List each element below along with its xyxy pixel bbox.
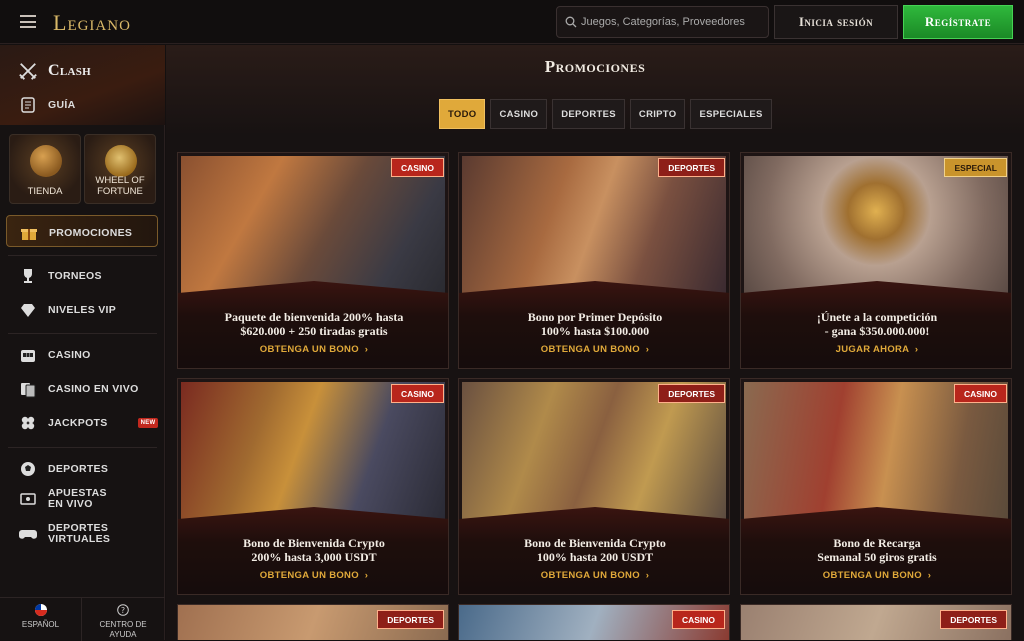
gamepad-icon	[18, 524, 38, 544]
page-title: Promociones	[544, 57, 646, 76]
top-header: Legiano Inicia sesión Regístrate	[0, 0, 1024, 44]
promo-filters: TODO CASINO DEPORTES CRIPTO ESPECIALES	[439, 99, 772, 129]
promo-title: Paquete de bienvenida 200% hasta $620.000…	[224, 310, 404, 338]
play-now-link[interactable]: JUGAR AHORA ›	[741, 344, 1011, 355]
cards-icon	[18, 379, 38, 399]
sidebar-item-tournaments[interactable]: TORNEOS	[18, 266, 102, 286]
sidebar-item-vip[interactable]: NIVELES VIP	[18, 300, 116, 320]
sidebar-item-label: JACKPOTS	[48, 417, 108, 429]
sidebar-item-guide[interactable]: GUÍA	[18, 95, 75, 115]
live-icon	[18, 489, 38, 509]
category-tag: DEPORTES	[940, 610, 1007, 629]
sidebar-divider	[8, 255, 157, 256]
get-bonus-link[interactable]: OBTENGA UN BONO ›	[178, 344, 448, 355]
slot-machine-icon	[18, 345, 38, 365]
promo-card[interactable]: ESPECIAL ¡Únete a la competición - gana $…	[740, 152, 1012, 369]
sidebar-item-live-casino[interactable]: CASINO EN VIVO	[18, 379, 139, 399]
language-selector[interactable]: ESPAÑOL	[0, 598, 82, 641]
scroll-icon	[18, 95, 38, 115]
promo-card[interactable]: DEPORTES Bono de Bienvenida Crypto 100% h…	[458, 378, 730, 595]
sidebar-footer: ESPAÑOL ? CENTRO DE AYUDA	[0, 597, 165, 641]
sidebar-divider	[8, 333, 157, 334]
category-tag: CASINO	[390, 158, 444, 177]
clover-icon	[18, 413, 38, 433]
promo-title: ¡Únete a la competición - gana $350.000.0…	[816, 310, 938, 338]
promo-card[interactable]: CASINO Paquete de bienvenida 200% hasta $…	[177, 152, 449, 369]
promo-title: Bono de Recarga Semanal 50 giros gratis	[817, 536, 937, 564]
search-icon	[565, 16, 577, 28]
promo-card[interactable]: DEPORTES	[740, 604, 1012, 640]
sidebar-divider	[8, 447, 157, 448]
sidebar-item-label: Clash	[48, 62, 92, 79]
sidebar-item-jackpots[interactable]: JACKPOTS NEW	[18, 413, 159, 433]
sidebar-item-sports[interactable]: DEPORTES	[18, 459, 108, 479]
category-tag: CASINO	[953, 384, 1007, 403]
site-logo[interactable]: Legiano	[53, 10, 131, 36]
promo-card[interactable]: CASINO	[458, 604, 730, 640]
sidebar-item-label: GUÍA	[48, 99, 76, 111]
get-bonus-link[interactable]: OBTENGA UN BONO ›	[741, 570, 1011, 581]
new-badge: NEW	[137, 418, 159, 428]
search-input[interactable]	[581, 7, 766, 37]
category-tag: CASINO	[671, 610, 725, 629]
sidebar-item-label: PROMOCIONES	[49, 227, 133, 239]
promo-title: Bono de Bienvenida Crypto 200% hasta 3,00…	[243, 536, 385, 564]
promo-card[interactable]: DEPORTES Bono por Primer Depósito 100% ha…	[458, 152, 730, 369]
sidebar-item-clash[interactable]: Clash	[18, 61, 91, 81]
sidebar-item-label: NIVELES VIP	[48, 304, 117, 316]
promo-title: Bono de Bienvenida Crypto 100% hasta 200 …	[524, 536, 666, 564]
promo-card[interactable]: DEPORTES	[177, 604, 449, 640]
wheel-of-fortune-tile[interactable]: WHEEL OF FORTUNE	[84, 134, 156, 204]
login-button[interactable]: Inicia sesión	[774, 5, 898, 39]
sidebar-item-live-betting[interactable]: APUESTAS EN VIVO	[18, 488, 118, 510]
category-tag: ESPECIAL	[944, 158, 1007, 177]
category-tag: CASINO	[390, 384, 444, 403]
promo-title: Bono por Primer Depósito 100% hasta $100.…	[527, 310, 663, 338]
filter-crypto[interactable]: CRIPTO	[629, 99, 686, 129]
promotions-row: PROMOCIONES	[19, 223, 132, 243]
get-bonus-link[interactable]: OBTENGA UN BONO ›	[459, 570, 729, 581]
menu-icon[interactable]	[20, 15, 36, 28]
diamond-icon	[18, 300, 38, 320]
filter-casino[interactable]: CASINO	[490, 99, 548, 129]
crossed-swords-icon	[18, 61, 38, 81]
get-bonus-link[interactable]: OBTENGA UN BONO ›	[459, 344, 729, 355]
get-bonus-link[interactable]: OBTENGA UN BONO ›	[178, 570, 448, 581]
sidebar-item-label: TORNEOS	[48, 270, 102, 282]
category-tag: DEPORTES	[658, 384, 725, 403]
sidebar-item-virtual-sports[interactable]: DEPORTES VIRTUALES	[18, 522, 111, 545]
filter-all[interactable]: TODO	[439, 99, 486, 129]
help-center-link[interactable]: ? CENTRO DE AYUDA	[82, 598, 164, 641]
filter-sports[interactable]: DEPORTES	[552, 99, 625, 129]
category-tag: DEPORTES	[377, 610, 444, 629]
shop-tile[interactable]: TIENDA	[9, 134, 81, 204]
promo-card[interactable]: CASINO Bono de Recarga Semanal 50 giros g…	[740, 378, 1012, 595]
sidebar: Clash GUÍA TIENDA WHEEL OF FORTUNE PROMO…	[0, 45, 165, 641]
basket-icon	[30, 145, 62, 177]
sidebar-item-label: APUESTAS EN VIVO	[48, 487, 107, 510]
ball-icon	[18, 459, 38, 479]
sidebar-item-label: DEPORTES	[48, 463, 109, 475]
promo-card[interactable]: CASINO Bono de Bienvenida Crypto 200% has…	[177, 378, 449, 595]
trophy-icon	[18, 266, 38, 286]
chile-flag-icon	[34, 604, 47, 616]
register-button[interactable]: Regístrate	[903, 5, 1013, 39]
question-icon: ?	[117, 604, 129, 616]
search-box[interactable]	[556, 6, 769, 38]
sidebar-item-label: CASINO EN VIVO	[48, 383, 139, 395]
sidebar-item-casino[interactable]: CASINO	[18, 345, 91, 365]
sidebar-item-label: DEPORTES VIRTUALES	[48, 522, 111, 545]
wheel-icon	[105, 145, 137, 177]
svg-text:?: ?	[121, 606, 125, 615]
sidebar-item-promotions[interactable]: PROMOCIONES	[6, 215, 158, 247]
main-content: Promociones TODO CASINO DEPORTES CRIPTO …	[166, 45, 1024, 640]
sidebar-item-label: CASINO	[48, 349, 91, 361]
filter-specials[interactable]: ESPECIALES	[690, 99, 772, 129]
category-tag: DEPORTES	[658, 158, 725, 177]
gift-icon	[19, 223, 39, 243]
